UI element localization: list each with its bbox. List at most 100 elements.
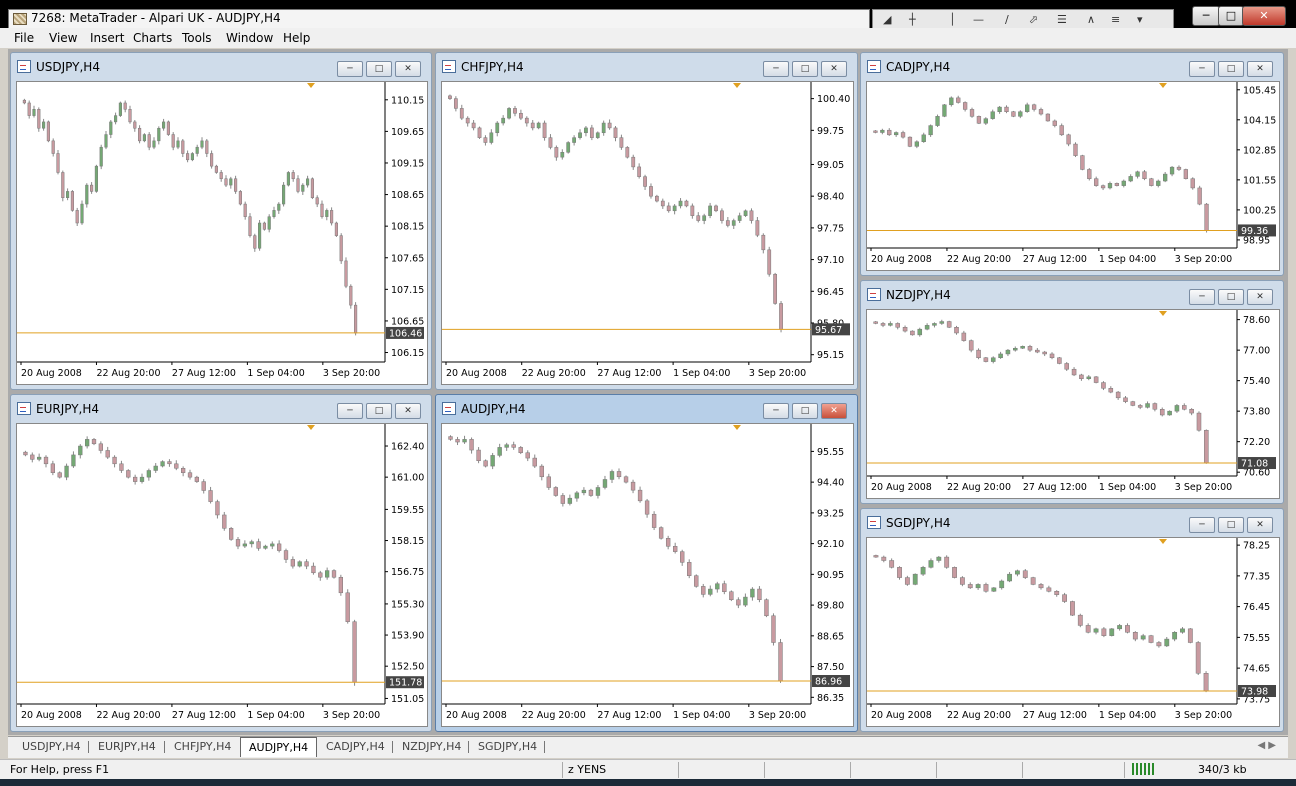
tab-eurjpy[interactable]: EURJPY,H4	[98, 739, 156, 755]
candle-body	[518, 447, 523, 453]
crosshair-icon[interactable]: ┼	[909, 13, 916, 26]
menu-help[interactable]: Help	[283, 31, 310, 45]
arrow-icon[interactable]: ≡	[1111, 13, 1120, 26]
chart-plot-area[interactable]: 162.40 161.00 159.55 158.15 156.75 155.30 153.…	[16, 423, 428, 727]
tab-cadjpy[interactable]: CADJPY,H4	[326, 739, 385, 755]
price-chart[interactable]: 100.4099.7599.0598.4097.7597.1096.4595.8…	[442, 82, 853, 384]
chart-shift-marker[interactable]	[733, 425, 741, 430]
chart-close-button[interactable]: ✕	[821, 403, 847, 419]
maximize-button[interactable]: □	[1218, 6, 1244, 26]
chart-window-buttons: ─ □ ✕	[763, 61, 849, 77]
tab-nzdjpy[interactable]: NZDJPY,H4	[402, 739, 461, 755]
candle-body	[167, 461, 172, 465]
tab-audjpy[interactable]: AUDJPY,H4	[240, 737, 318, 757]
chart-plot-area[interactable]: 78.25 77.35 76.45 75.55 74.65 73.75 20 Aug 200…	[866, 537, 1280, 727]
candle-body	[743, 210, 748, 216]
chart-plot-area[interactable]: 110.15 109.65 109.15 108.65 108.15 107.65 107.…	[16, 81, 428, 385]
tab-sgdjpy[interactable]: SGDJPY,H4	[478, 739, 537, 755]
chart-plot-area[interactable]: 78.60 77.00 75.40 73.80 72.20 70.60 20 Aug 200…	[866, 309, 1280, 499]
chart-minimize-button[interactable]: ─	[1189, 517, 1215, 533]
minimize-button[interactable]: ─	[1192, 6, 1220, 26]
chart-shift-marker[interactable]	[733, 83, 741, 88]
chart-restore-button[interactable]: □	[1218, 289, 1244, 305]
chart-window-cadjpy[interactable]: CADJPY,H4 ─ □ ✕ 105.45 104.15 102.85 101.55…	[860, 52, 1284, 276]
y-tick-label: 156.75	[391, 567, 424, 578]
chart-close-button[interactable]: ✕	[395, 403, 421, 419]
chart-window-nzdjpy[interactable]: NZDJPY,H4 ─ □ ✕ 78.60 77.00 75.40 73.80 72.2…	[860, 280, 1284, 504]
vertical-line-icon[interactable]: │	[949, 13, 956, 26]
candle-body	[1156, 642, 1162, 647]
tab-usdjpy[interactable]: USDJPY,H4	[22, 739, 81, 755]
chart-restore-button[interactable]: □	[792, 403, 818, 419]
chart-shift-marker[interactable]	[1159, 83, 1167, 88]
price-chart[interactable]: 95.55 94.40 93.25 92.10 90.95 89.80 88.65 87.50…	[442, 424, 853, 726]
chart-close-button[interactable]: ✕	[1247, 61, 1273, 77]
menu-file[interactable]: File	[14, 31, 34, 45]
chart-restore-button[interactable]: □	[792, 61, 818, 77]
chart-minimize-button[interactable]: ─	[763, 61, 789, 77]
chart-restore-button[interactable]: □	[366, 61, 392, 77]
menu-tools[interactable]: Tools	[182, 31, 212, 45]
chart-shift-marker[interactable]	[307, 425, 315, 430]
chart-restore-button[interactable]: □	[366, 403, 392, 419]
chart-shift-marker[interactable]	[1159, 311, 1167, 316]
candle-body	[893, 132, 899, 136]
more-tools-icon[interactable]: ▾	[1137, 13, 1143, 26]
candle-body	[1174, 405, 1180, 412]
menu-insert[interactable]: Insert	[90, 31, 124, 45]
menu-charts[interactable]: Charts	[133, 31, 172, 45]
current-price-label: 71.08	[1241, 459, 1268, 470]
chart-window-buttons: ─ □ ✕	[1189, 289, 1275, 305]
menu-view[interactable]: View	[49, 31, 77, 45]
text-icon[interactable]: ∧	[1087, 13, 1095, 26]
cursor-icon[interactable]: ◢	[883, 13, 891, 26]
x-tick-label: 22 Aug 20:00	[522, 710, 586, 721]
chart-minimize-button[interactable]: ─	[1189, 289, 1215, 305]
chart-close-button[interactable]: ✕	[1247, 517, 1273, 533]
candle-body	[991, 587, 997, 592]
chart-shift-marker[interactable]	[307, 83, 315, 88]
chart-window-chfjpy[interactable]: CHFJPY,H4 ─ □ ✕ 100.40 99.75 99.05 98.40 97.…	[435, 52, 858, 390]
candle-body	[253, 235, 257, 249]
candle-body	[666, 205, 671, 212]
x-tick-label: 1 Sep 04:00	[247, 368, 304, 379]
chart-window-icon	[867, 60, 881, 73]
chart-plot-area[interactable]: 100.4099.7599.0598.4097.7597.1096.4595.8…	[441, 81, 854, 385]
chart-close-button[interactable]: ✕	[821, 61, 847, 77]
tab-scroll-arrows[interactable]: ◀ ▶	[1257, 740, 1276, 751]
candle-body	[708, 588, 713, 595]
candle-body	[331, 570, 337, 578]
chart-close-button[interactable]: ✕	[395, 61, 421, 77]
candle-body	[1045, 113, 1051, 122]
chart-window-audjpy[interactable]: AUDJPY,H4 ─ □ ✕ 95.55 94.40 93.25 92.10 90.9…	[435, 394, 858, 732]
price-chart[interactable]: 78.6077.0075.4073.8072.2070.6020 Aug 200…	[867, 310, 1279, 498]
chart-minimize-button[interactable]: ─	[763, 403, 789, 419]
menu-window[interactable]: Window	[226, 31, 273, 45]
chart-window-sgdjpy[interactable]: SGDJPY,H4 ─ □ ✕ 78.25 77.35 76.45 75.55 74.6…	[860, 508, 1284, 732]
price-chart[interactable]: 105.45 104.15 102.85 101.55 100.25 98.95 20 Au…	[867, 82, 1279, 270]
price-chart[interactable]: 78.2577.3576.4575.5574.6573.7520 Aug 200…	[867, 538, 1279, 726]
chart-restore-button[interactable]: □	[1218, 61, 1244, 77]
chart-plot-area[interactable]: 95.55 94.40 93.25 92.10 90.95 89.80 88.65 87.50…	[441, 423, 854, 727]
tab-chfjpy[interactable]: CHFJPY,H4	[174, 739, 231, 755]
current-price-label: 73.98	[1241, 687, 1268, 698]
chart-window-eurjpy[interactable]: EURJPY,H4 ─ □ ✕ 162.40 161.00 159.55 158.15…	[10, 394, 432, 732]
chart-minimize-button[interactable]: ─	[1189, 61, 1215, 77]
chart-plot-area[interactable]: 105.45 104.15 102.85 101.55 100.25 98.95 20 Au…	[866, 81, 1280, 271]
price-chart[interactable]: 110.15 109.65 109.15 108.65 108.15 107.65 107.…	[17, 82, 427, 384]
chart-close-button[interactable]: ✕	[1247, 289, 1273, 305]
chart-minimize-button[interactable]: ─	[337, 403, 363, 419]
close-button[interactable]: ✕	[1242, 6, 1286, 26]
candle-body	[1035, 349, 1040, 353]
trendline-icon[interactable]: ∕	[1005, 13, 1009, 26]
chart-window-usdjpy[interactable]: USDJPY,H4 ─ □ ✕ 110.15 109.65 109.15 108.65…	[10, 52, 432, 390]
chart-shift-marker[interactable]	[1159, 539, 1167, 544]
chart-tabs-bar: USDJPY,H4 EURJPY,H4 CHFJPY,H4 AUDJPY,H4 …	[8, 736, 1288, 758]
chart-window-title: SGDJPY,H4	[867, 516, 950, 532]
channel-icon[interactable]: ⬀	[1029, 13, 1038, 26]
price-chart[interactable]: 162.40 161.00 159.55 158.15 156.75 155.30 153.…	[17, 424, 427, 726]
horizontal-line-icon[interactable]: —	[973, 13, 984, 26]
chart-restore-button[interactable]: □	[1218, 517, 1244, 533]
chart-minimize-button[interactable]: ─	[337, 61, 363, 77]
fibonacci-icon[interactable]: ☰	[1057, 13, 1067, 26]
